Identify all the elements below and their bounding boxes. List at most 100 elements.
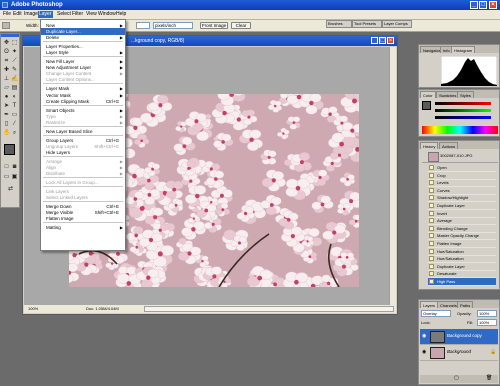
front-image-button[interactable]: Front Image: [200, 22, 228, 29]
history-palette: History Actions 3002087-010.JPG Open Crop…: [418, 140, 500, 290]
menu-layer[interactable]: Layer: [38, 11, 53, 18]
menu-select[interactable]: Select: [56, 11, 72, 18]
doc-close-button[interactable]: ×: [387, 37, 394, 44]
menu-help[interactable]: Help: [115, 11, 127, 18]
menu-item-hide-layers[interactable]: Hide Layers: [41, 149, 125, 156]
new-layer-icon[interactable]: ▢: [454, 375, 459, 381]
submenu-arrow-icon: ▶: [119, 171, 123, 177]
path-selection-icon[interactable]: ➤: [3, 103, 10, 110]
toolbox-grip[interactable]: [1, 34, 19, 37]
history-item[interactable]: High Pass: [428, 278, 496, 286]
layer-row-background-copy[interactable]: ◉ Background copy: [420, 329, 498, 345]
fill-input[interactable]: 100%: [477, 319, 497, 326]
tab-swatches[interactable]: Swatches: [436, 91, 460, 98]
imageready-icon[interactable]: ⇄: [7, 186, 14, 193]
history-item-label: Average: [437, 218, 452, 224]
menu-item-label: Distribute: [46, 171, 66, 177]
menu-item-new-layer-based-slice[interactable]: New Layer Based Slice: [41, 128, 125, 135]
eyedropper-icon[interactable]: ⁄: [11, 121, 18, 128]
eye-icon[interactable]: ◉: [422, 333, 426, 339]
zoom-tool-icon[interactable]: ⌕: [11, 130, 18, 137]
menu-item-label: Delete: [46, 35, 60, 41]
marquee-tool-icon[interactable]: ⬚: [11, 40, 18, 47]
menu-item-matting[interactable]: Matting ▶: [41, 224, 125, 231]
eye-icon[interactable]: ◉: [422, 349, 426, 355]
resolution-unit-select[interactable]: pixels/inch: [153, 22, 193, 29]
notes-tool-icon[interactable]: ▯: [3, 121, 10, 128]
menu-file[interactable]: File: [2, 11, 12, 18]
history-item-label: High Pass: [437, 279, 456, 284]
brush-tool-icon[interactable]: ✎: [11, 67, 18, 74]
opacity-input[interactable]: 100%: [477, 310, 497, 317]
tab-tool-presets[interactable]: Tool Presets: [352, 20, 382, 28]
eraser-tool-icon[interactable]: ▱: [3, 85, 10, 92]
type-tool-icon[interactable]: T: [11, 103, 18, 110]
magic-wand-icon[interactable]: ✦: [11, 49, 18, 56]
screen-mode-standard-icon[interactable]: ▭: [3, 174, 10, 181]
crop-tool-icon[interactable]: ⌗: [3, 58, 10, 65]
trash-icon[interactable]: 🗑: [486, 375, 492, 381]
tab-histogram[interactable]: Histogram: [451, 46, 476, 53]
tab-styles[interactable]: Styles: [457, 91, 474, 98]
color-fg-swatch[interactable]: [422, 101, 431, 110]
tab-layer-comps[interactable]: Layer Comps: [382, 20, 412, 28]
layer-thumbnail: [430, 331, 445, 343]
doc-maximize-button[interactable]: □: [379, 37, 386, 44]
green-slider[interactable]: [435, 109, 491, 112]
lasso-tool-icon[interactable]: ʘ: [3, 49, 10, 56]
menu-image[interactable]: Image: [23, 11, 39, 18]
shape-tool-icon[interactable]: ▭: [11, 112, 18, 119]
pen-tool-icon[interactable]: ✒: [3, 112, 10, 119]
tab-brushes[interactable]: Brushes: [326, 20, 352, 28]
layer-row-background[interactable]: ◉ Background 🔒: [420, 345, 498, 361]
blend-mode-select[interactable]: Overlay: [421, 310, 451, 317]
resolution-input[interactable]: [136, 22, 150, 29]
menu-item-lock-all-layers-in-group: Lock All Layers in Group...: [41, 179, 125, 186]
menu-item-label: Layer Content Options...: [46, 77, 95, 83]
tab-actions[interactable]: Actions: [439, 142, 459, 149]
menu-item-flatten-image[interactable]: Flatten Image: [41, 215, 125, 222]
standard-mode-icon[interactable]: □: [3, 164, 10, 171]
crop-tool-icon[interactable]: [2, 22, 10, 29]
history-state-icon: [429, 203, 434, 208]
menu-item-layer-style[interactable]: Layer Style ▶: [41, 49, 125, 56]
screen-mode-full-icon[interactable]: ▣: [11, 174, 18, 181]
maximize-button[interactable]: □: [479, 1, 487, 9]
quick-mask-icon[interactable]: ◙: [11, 164, 18, 171]
document-vertical-scrollbar[interactable]: [389, 47, 396, 305]
move-tool-icon[interactable]: ✥: [3, 40, 10, 47]
menu-item-create-clipping-mask[interactable]: Create Clipping Mask Ctrl+G: [41, 98, 125, 105]
document-horizontal-scrollbar[interactable]: [144, 306, 394, 312]
clone-stamp-icon[interactable]: ⊥: [3, 76, 10, 83]
tab-layers[interactable]: Layers: [420, 301, 439, 308]
history-brush-icon[interactable]: ✍: [11, 76, 18, 83]
tab-history[interactable]: History: [420, 142, 439, 149]
red-slider[interactable]: [435, 102, 491, 105]
blue-slider[interactable]: [435, 116, 491, 119]
history-snapshot[interactable]: 3002087-010.JPG: [422, 151, 498, 163]
color-ramp[interactable]: [422, 126, 498, 134]
zoom-level[interactable]: 100%: [28, 305, 38, 313]
blur-tool-icon[interactable]: ●: [3, 94, 10, 101]
dodge-tool-icon[interactable]: ◐: [11, 94, 18, 101]
menu-window[interactable]: Window: [97, 11, 117, 18]
history-item-label: Hue/Saturation: [437, 256, 464, 262]
doc-minimize-button[interactable]: _: [371, 37, 378, 44]
menu-item-delete[interactable]: Delete ▶: [41, 34, 125, 41]
minimize-button[interactable]: _: [470, 1, 478, 9]
tab-paths[interactable]: Paths: [457, 301, 474, 308]
menu-view[interactable]: View: [85, 11, 98, 18]
history-state-icon: [429, 180, 434, 186]
slice-tool-icon[interactable]: ⟋: [11, 58, 18, 65]
clear-button[interactable]: Clear: [231, 22, 251, 29]
menu-edit[interactable]: Edit: [12, 11, 23, 18]
close-button[interactable]: ×: [489, 1, 497, 9]
healing-brush-icon[interactable]: ✚: [3, 67, 10, 74]
history-state-icon: [429, 241, 434, 246]
foreground-color-swatch[interactable]: [4, 144, 15, 155]
gradient-tool-icon[interactable]: ▤: [11, 85, 18, 92]
tab-color[interactable]: Color: [420, 91, 436, 98]
submenu-arrow-icon: ▶: [119, 119, 123, 125]
menu-filter[interactable]: Filter: [71, 11, 84, 18]
hand-tool-icon[interactable]: ✋: [3, 130, 10, 137]
